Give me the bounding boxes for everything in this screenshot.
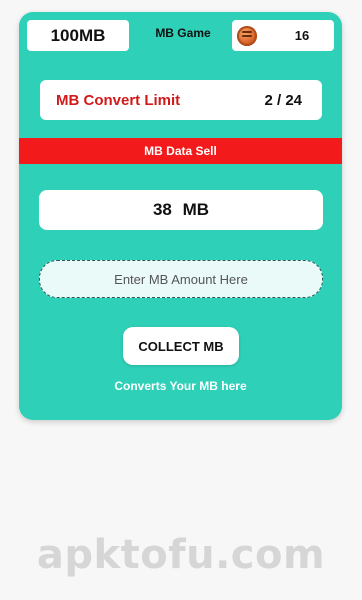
game-title: MB Game [155,26,211,40]
mb-amount-display: 38 MB [39,190,323,230]
balance-badge: 100MB [27,20,129,51]
watermark-logo: apktofu.com [36,532,326,578]
data-sell-banner: MB Data Sell [19,138,342,164]
mb-amount-input[interactable]: Enter MB Amount Here [39,260,323,298]
mb-game-card: 100MB MB Game 16 MB Convert Limit 2 / 24… [19,12,342,420]
collect-mb-button[interactable]: COLLECT MB [123,327,239,365]
mb-amount-placeholder: Enter MB Amount Here [114,271,248,287]
coins-counter: 16 [232,20,334,51]
convert-note: Converts Your MB here [114,379,247,393]
convert-limit-value: 2 / 24 [264,91,302,109]
convert-limit-panel: MB Convert Limit 2 / 24 [40,80,322,120]
convert-limit-label: MB Convert Limit [56,91,181,109]
coin-icon [237,26,257,46]
coins-value: 16 [294,28,310,43]
